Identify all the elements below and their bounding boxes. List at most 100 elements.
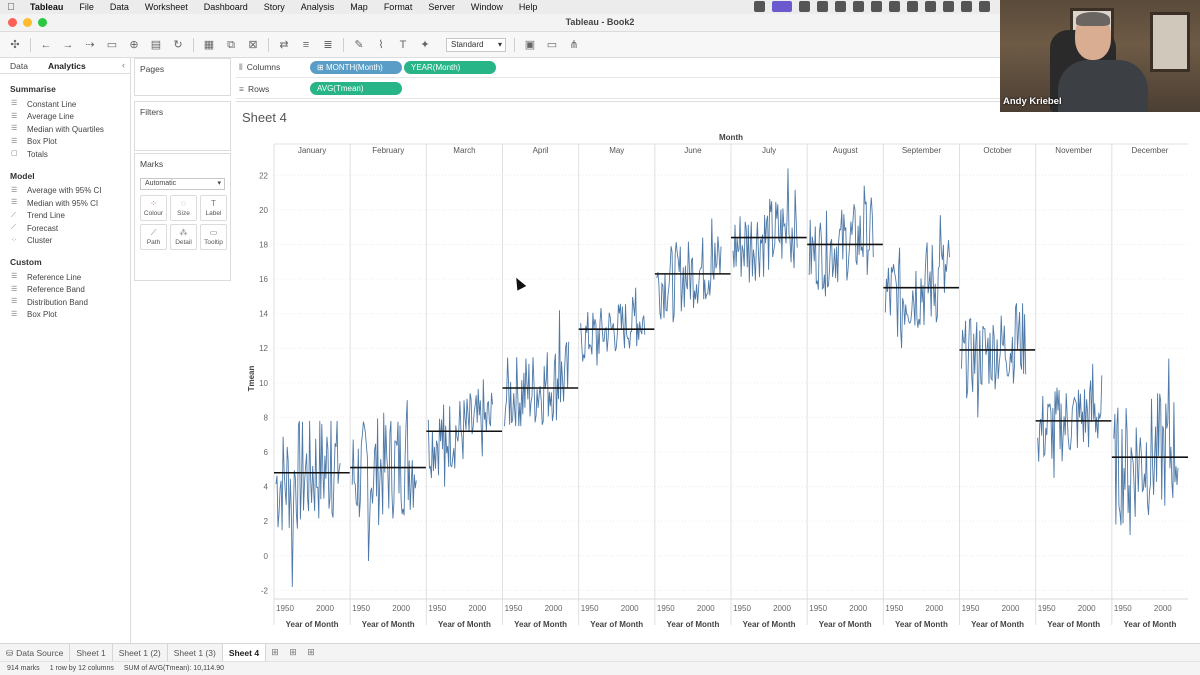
tab-sheet-1-2[interactable]: Sheet 1 (2) [113,643,168,662]
analytics-item-average-line[interactable]: ☰ Average Line [0,111,130,124]
analytics-item-reference-band[interactable]: ☰ Reference Band [0,284,130,297]
pill-avg-tmean[interactable]: AVG(Tmean) [310,82,402,95]
tab-sheet-4[interactable]: Sheet 4 [222,643,267,662]
presentation-icon[interactable]: ▭ [545,38,559,52]
duplicate-sheet-icon[interactable]: ⧉ [224,38,238,52]
colour-button[interactable]: ⁘ Colour [140,195,167,221]
status-icon[interactable] [835,1,846,12]
x-tick-label: 2000 [697,604,715,613]
analytics-item-median-quartiles[interactable]: ☰ Median with Quartiles [0,123,130,136]
analytics-item-box-plot[interactable]: ☰ Box Plot [0,136,130,149]
detail-button[interactable]: ⁂ Detail [170,224,197,250]
collapse-pane-icon[interactable]: ‹ [122,60,125,70]
status-icon[interactable] [961,1,972,12]
status-icon[interactable] [925,1,936,12]
analytics-item-average-ci[interactable]: ☰ Average with 95% CI [0,185,130,198]
menu-map[interactable]: Map [342,2,376,12]
tooltip-button[interactable]: ▭ Tooltip [200,224,227,250]
tab-data[interactable]: Data [0,58,38,73]
menu-worksheet[interactable]: Worksheet [137,2,196,12]
refresh-icon[interactable]: ↻ [171,38,185,52]
tableau-logo-icon[interactable]: ✣ [8,38,22,52]
path-button[interactable]: ⟋ Path [140,224,167,250]
x-tick-label: 2000 [316,604,334,613]
new-sheet-icon[interactable]: ⊞ [266,647,284,658]
pages-card[interactable]: Pages [134,58,231,96]
filters-card[interactable]: Filters [134,101,231,151]
divider [343,37,344,52]
screen-share-icon[interactable] [772,1,792,12]
clear-sheet-icon[interactable]: ⊠ [246,38,260,52]
menu-file[interactable]: File [71,2,102,12]
tab-data-source[interactable]: ⛁ Data Source [0,643,71,662]
show-labels-icon[interactable]: T [396,38,410,52]
replay-icon[interactable]: ⇢ [83,38,97,52]
card-title: Marks [140,159,164,169]
highlight-icon[interactable]: ✎ [352,38,366,52]
status-icon[interactable] [817,1,828,12]
tab-sheet-1[interactable]: Sheet 1 [70,643,113,662]
status-icon[interactable] [871,1,882,12]
status-icon[interactable] [754,1,765,12]
analytics-item-totals[interactable]: ▢ Totals [0,148,130,161]
new-story-icon[interactable]: ⊞ [302,647,320,658]
divider [514,37,515,52]
analytics-item-reference-line[interactable]: ☰ Reference Line [0,271,130,284]
section-model: Model ☰ Average with 95% CI ☰ Median with … [0,171,130,248]
menu-data[interactable]: Data [102,2,137,12]
fit-select[interactable]: Standard [446,37,506,52]
tab-sheet-1-3[interactable]: Sheet 1 (3) [168,643,223,662]
pin-icon[interactable]: ✦ [418,38,432,52]
menu-help[interactable]: Help [511,2,546,12]
dropbox-icon[interactable] [799,1,810,12]
new-worksheet-icon[interactable]: ▦ [202,38,216,52]
share-icon[interactable]: ⋔ [567,38,581,52]
x-tick-label: 1950 [885,604,903,613]
status-icons [754,1,990,12]
redo-icon[interactable]: → [61,38,75,52]
menu-analysis[interactable]: Analysis [293,2,343,12]
menu-window[interactable]: Window [463,2,511,12]
sort-ascending-icon[interactable]: ≡ [299,38,313,52]
analytics-item-trend-line[interactable]: ⟋ Trend Line [0,210,130,223]
save-icon[interactable]: ▭ [105,38,119,52]
y-tick-label: 2 [264,517,269,526]
analytics-item-cluster[interactable]: ⁘ Cluster [0,235,130,248]
wifi-icon[interactable] [979,1,990,12]
analytics-item-distribution-band[interactable]: ☰ Distribution Band [0,296,130,309]
undo-icon[interactable]: ← [39,38,53,52]
sort-descending-icon[interactable]: ≣ [321,38,335,52]
new-dashboard-icon[interactable]: ⊞ [284,647,302,658]
worksheet-view[interactable]: Sheet 4 Month -2 0 2 4 6 8 10 12 14 16 18 20 22 Tmean J… [236,101,1200,642]
pill-year[interactable]: YEAR(Month) [404,61,496,74]
series-line-january [275,420,341,587]
swap-icon[interactable]: ⇄ [277,38,291,52]
label-button[interactable]: T Label [200,195,227,221]
tab-analytics[interactable]: Analytics [38,58,96,73]
divider [30,37,31,52]
menu-format[interactable]: Format [376,2,421,12]
menu-tableau[interactable]: Tableau [22,2,71,12]
status-icon[interactable] [853,1,864,12]
status-icon[interactable] [943,1,954,12]
menu-dashboard[interactable]: Dashboard [196,2,256,12]
size-button[interactable]: ◌ Size [170,195,197,221]
analytics-item-custom-box-plot[interactable]: ☰ Box Plot [0,309,130,322]
status-icon[interactable] [907,1,918,12]
size-icon: ◌ [181,199,186,208]
analytics-item-forecast[interactable]: ⟋ Forecast [0,222,130,235]
chart[interactable]: Month -2 0 2 4 6 8 10 12 14 16 18 20 22 Tmean January 19… [236,102,1200,643]
mark-type-select[interactable]: Automatic [140,178,225,190]
new-datasource-icon[interactable]: ⊕ [127,38,141,52]
analytics-item-median-ci[interactable]: ☰ Median with 95% CI [0,197,130,210]
show-cards-icon[interactable]: ▣ [523,38,537,52]
menu-story[interactable]: Story [256,2,293,12]
cloud-icon[interactable] [889,1,900,12]
group-icon[interactable]: ⌇ [374,38,388,52]
menu-server[interactable]: Server [420,2,463,12]
analytics-item-constant-line[interactable]: ☰ Constant Line [0,98,130,111]
pause-updates-icon[interactable]: ▤ [149,38,163,52]
y-tick-label: 4 [264,483,269,492]
pill-month[interactable]: ⊞ MONTH(Month) [310,61,402,74]
apple-icon[interactable]:  [0,2,22,13]
